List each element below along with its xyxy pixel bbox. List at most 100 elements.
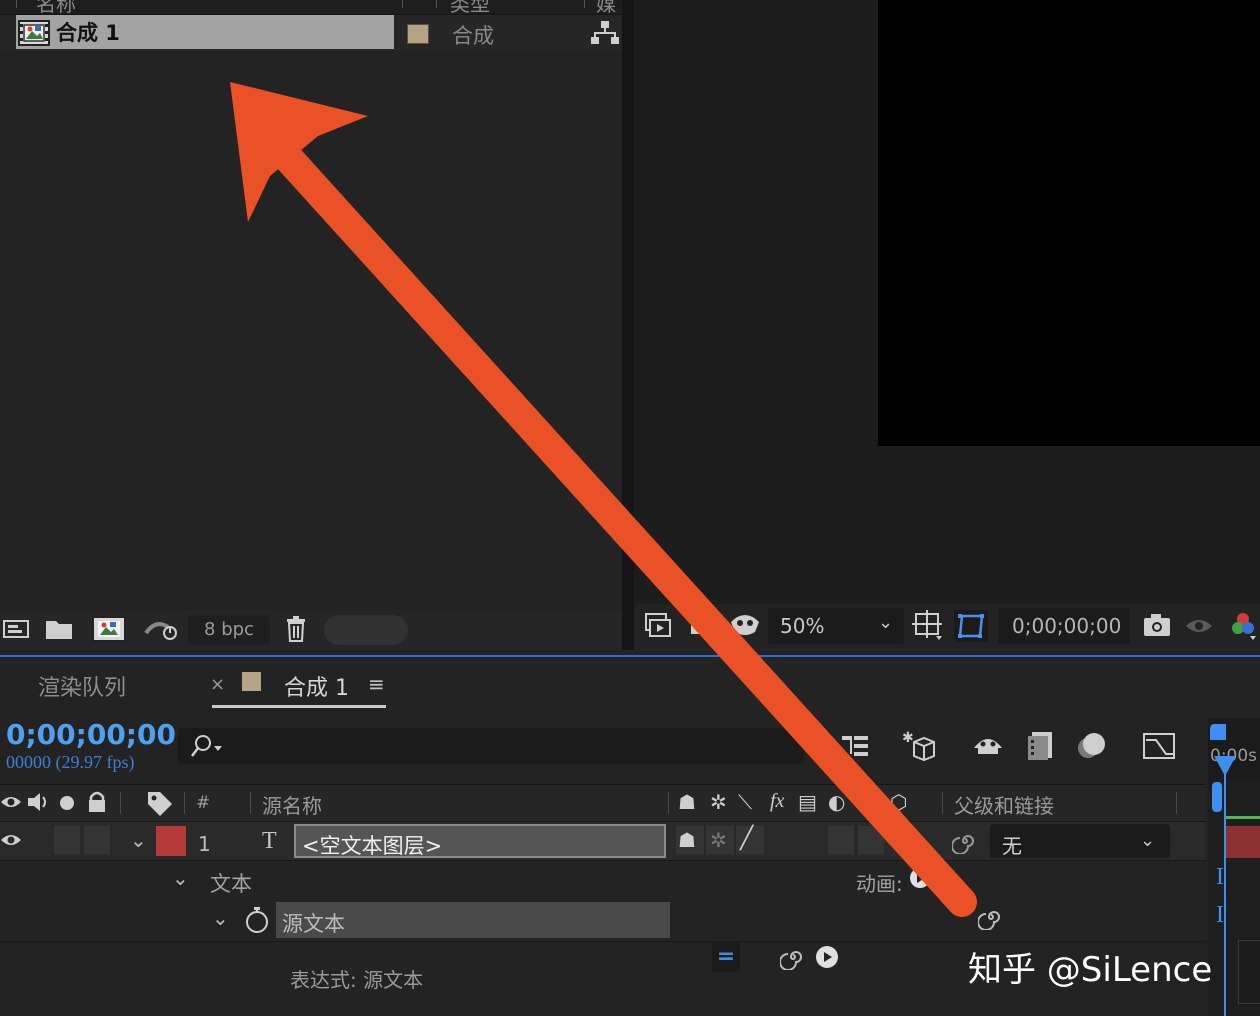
mask-visibility-icon[interactable]: [728, 610, 762, 640]
layer-adjustment-switch[interactable]: [858, 826, 884, 854]
close-icon[interactable]: ×: [210, 674, 225, 695]
layer-solo-toggle[interactable]: [54, 826, 80, 854]
always-preview-icon[interactable]: [644, 612, 672, 640]
collapse-switch-icon[interactable]: ✲: [710, 790, 727, 814]
animate-label: 动画:: [856, 872, 903, 896]
search-icon[interactable]: [190, 732, 226, 760]
text-group-label: 文本: [210, 872, 252, 896]
title-action-safe-icon[interactable]: [912, 610, 944, 642]
layer-name: <空文本图层>: [302, 834, 443, 858]
layer-number: 1: [198, 832, 211, 856]
shy-icon: ☗: [678, 828, 696, 852]
column-divider: [184, 792, 185, 814]
chevron-down-icon: ⌄: [878, 612, 894, 633]
chevron-down-icon: ⌄: [1140, 830, 1156, 851]
column-divider: [436, 0, 437, 8]
new-folder-icon[interactable]: [44, 615, 74, 643]
tab-composition[interactable]: 合成 1: [284, 670, 349, 702]
shy-switch-icon[interactable]: ☗: [678, 790, 696, 814]
layer-visibility-eye-icon[interactable]: [0, 830, 22, 850]
label-sort-icon[interactable]: ◆: [412, 0, 423, 2]
svg-text:✱: ✱: [902, 730, 914, 746]
column-divider: [250, 792, 251, 814]
thumbnail-size-slider[interactable]: [324, 615, 408, 645]
column-source-name-header[interactable]: 源名称: [262, 790, 322, 819]
stopwatch-icon[interactable]: [244, 906, 270, 934]
panel-menu-icon[interactable]: ≡: [368, 672, 385, 696]
column-divider: [942, 792, 943, 814]
project-column-header: 名称 ◆ 类型 媒: [0, 0, 622, 16]
panel-divider[interactable]: [622, 0, 634, 650]
work-area-start-handle[interactable]: [1208, 722, 1228, 742]
solo-dot-icon[interactable]: [58, 794, 76, 812]
snapshot-camera-icon[interactable]: [1142, 612, 1172, 638]
expression-marker-icon: I: [1216, 864, 1224, 890]
pick-whip-icon[interactable]: [952, 828, 978, 854]
composition-icon: [18, 20, 50, 46]
column-divider: [584, 0, 585, 8]
current-time-indicator[interactable]: [1224, 760, 1226, 1016]
column-parent-header[interactable]: 父级和链接: [954, 790, 1054, 819]
layer-in-handle[interactable]: [1208, 782, 1224, 812]
frame-rate-display: 00000 (29.97 fps): [6, 752, 135, 772]
quality-slash-icon: ╱: [740, 826, 754, 851]
motion-blur-icon[interactable]: [1074, 728, 1110, 764]
speaker-icon[interactable]: [26, 790, 50, 814]
region-of-interest-icon[interactable]: [688, 612, 718, 640]
property-pick-whip-icon[interactable]: [978, 904, 1004, 930]
tab-render-queue[interactable]: 渲染队列: [38, 670, 126, 702]
playhead-handle[interactable]: [1213, 754, 1237, 778]
current-time-display[interactable]: 0;00;00;00: [6, 718, 176, 751]
viewer-timecode: 0;00;00;00: [1012, 614, 1122, 638]
new-composition-icon[interactable]: [92, 615, 126, 643]
composition-mini-flowchart-icon[interactable]: [838, 728, 874, 764]
column-divider: [120, 792, 121, 814]
frame-blending-icon[interactable]: [1024, 728, 1060, 764]
fx-switch-label[interactable]: fx: [770, 790, 784, 813]
label-color-swatch[interactable]: [407, 24, 429, 44]
keyframe-marker-icon: I: [1216, 902, 1224, 928]
tab-comp-color-swatch: [242, 672, 261, 691]
viewer-canvas[interactable]: [878, 0, 1260, 446]
column-divider: [402, 0, 403, 8]
layer-lock-toggle[interactable]: [84, 826, 110, 854]
graph-editor-icon[interactable]: [1140, 728, 1176, 764]
layer-label-color[interactable]: [156, 826, 186, 856]
column-divider: [16, 0, 17, 8]
layer-motion-blur-switch[interactable]: [828, 826, 854, 854]
frame-blend-switch-icon[interactable]: ▤: [798, 790, 817, 814]
expression-graph-box[interactable]: [1238, 940, 1260, 1004]
trash-icon[interactable]: [284, 615, 308, 643]
quality-switch-icon[interactable]: ⟍: [738, 790, 752, 814]
active-tab-underline: [212, 705, 386, 708]
project-item-type: 合成: [452, 24, 494, 48]
show-snapshot-icon[interactable]: [1184, 612, 1214, 638]
column-number-header[interactable]: #: [196, 793, 210, 813]
layer-duration-bar[interactable]: [1226, 826, 1260, 858]
shy-layers-icon[interactable]: [970, 728, 1006, 764]
fast-preview-icon[interactable]: [144, 615, 180, 643]
collapse-icon: ✲: [710, 828, 727, 852]
expression-language-menu-icon[interactable]: [814, 944, 840, 970]
property-expand-chevron-icon[interactable]: ⌄: [212, 906, 229, 930]
eye-icon[interactable]: [0, 792, 22, 812]
group-expand-chevron-icon[interactable]: ⌄: [172, 866, 189, 890]
work-area-bar[interactable]: [1226, 816, 1260, 819]
draft-3d-icon[interactable]: ✱: [900, 728, 936, 764]
bit-depth-button[interactable]: 8 bpc: [188, 615, 270, 645]
3d-layer-switch-icon[interactable]: ⬡: [890, 790, 907, 814]
toggle-mask-path-icon[interactable]: [954, 610, 988, 642]
animate-play-icon[interactable]: [908, 866, 932, 890]
search-input[interactable]: [230, 733, 794, 761]
channel-rgb-icon[interactable]: [1228, 610, 1258, 640]
magnification-value: 50%: [780, 614, 825, 638]
flowchart-icon[interactable]: [591, 20, 619, 46]
lock-icon[interactable]: [86, 790, 108, 814]
layer-expand-chevron-icon[interactable]: ⌄: [130, 828, 147, 852]
interpret-footage-icon[interactable]: [2, 615, 30, 643]
expression-pick-whip-icon[interactable]: [780, 944, 806, 970]
watermark-text: 知乎 @SiLence: [968, 950, 1213, 990]
label-tag-icon[interactable]: [146, 790, 174, 816]
motion-blur-switch-icon[interactable]: ◐: [828, 790, 845, 814]
expression-enable-toggle[interactable]: =: [712, 942, 740, 972]
